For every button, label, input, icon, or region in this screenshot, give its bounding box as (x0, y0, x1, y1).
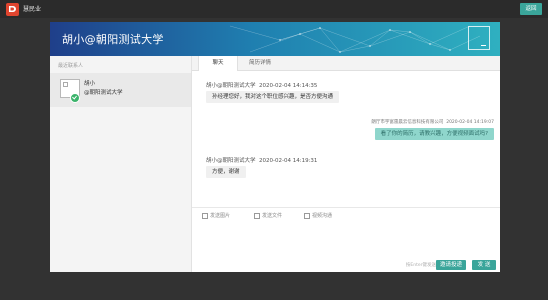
contact-org: @朝阳测试大学 (84, 90, 123, 96)
message-bubble-outgoing: 看了你的简历，请教兴趣，方便视频面试吗? (374, 128, 494, 140)
message-bubble-incoming: 孙经理您好，我对这个职位感兴趣，是否方便沟通 (206, 91, 340, 103)
send-file-label: 发送文件 (262, 213, 283, 219)
message-meta: 胡小@朝阳测试大学 2020-02-04 14:19:31 (206, 156, 317, 164)
message-time: 2020-02-04 14:19:07 (446, 120, 494, 125)
modal-title: 胡小@朝阳测试大学 (62, 33, 164, 46)
online-status-icon (70, 93, 80, 103)
file-icon (254, 212, 260, 219)
tab-chat[interactable]: 聊天 (198, 56, 238, 71)
message-time: 2020-02-04 14:19:31 (259, 158, 318, 164)
video-chat-label: 视频沟通 (312, 213, 333, 219)
send-button[interactable]: 发 送 (472, 260, 496, 270)
recent-contacts-panel: 最近联系人 胡小 @朝阳测试大学 (50, 56, 192, 272)
message-time: 2020-02-04 14:14:35 (259, 83, 318, 89)
image-icon (202, 212, 208, 219)
app-top-bar: 慧民业 返回 (0, 0, 548, 18)
video-icon (304, 212, 310, 219)
enter-send-hint: 按Enter键发送 (405, 263, 436, 268)
message-sender: 胡小@朝阳测试大学 (206, 83, 256, 89)
video-chat-tool[interactable]: 视频沟通 (304, 212, 332, 219)
invite-apply-button[interactable]: 邀请投递 (436, 260, 466, 270)
compose-area: 发送图片 发送文件 视频沟通 按Enter键发送 邀请投递 发 送 (192, 207, 500, 272)
chat-tabs: 聊天 简历详情 (192, 56, 500, 71)
contact-name: 胡小 (84, 81, 96, 87)
message-bubble-incoming: 方便，谢谢 (206, 166, 246, 178)
back-button[interactable]: 返回 (520, 3, 542, 15)
recent-contacts-title: 最近联系人 (58, 63, 84, 69)
modal-header: 胡小@朝阳测试大学 (50, 22, 500, 56)
send-image-label: 发送图片 (210, 213, 231, 219)
chat-modal: 胡小@朝阳测试大学 最近联系人 胡小 @朝阳测试大学 聊天 简历详情 胡小@朝阳… (50, 22, 500, 272)
app-name: 慧民业 (23, 6, 42, 13)
message-sender: 朗厅市宇富雷晨云信息科技有限公司 (371, 120, 444, 125)
message-meta: 朗厅市宇富雷晨云信息科技有限公司 2020-02-04 14:19:07 (371, 119, 494, 125)
tab-resume-details[interactable]: 简历详情 (240, 56, 280, 70)
send-file-tool[interactable]: 发送文件 (254, 212, 282, 219)
chat-panel: 聊天 简历详情 胡小@朝阳测试大学 2020-02-04 14:14:35 孙经… (192, 56, 500, 272)
app-logo-icon (6, 3, 19, 16)
header-frame-decoration (468, 26, 490, 50)
send-image-tool[interactable]: 发送图片 (202, 212, 230, 219)
broken-image-icon (63, 82, 68, 87)
message-meta: 胡小@朝阳测试大学 2020-02-04 14:14:35 (206, 81, 317, 89)
contact-item[interactable]: 胡小 @朝阳测试大学 (50, 73, 191, 107)
message-sender: 胡小@朝阳测试大学 (206, 158, 256, 164)
